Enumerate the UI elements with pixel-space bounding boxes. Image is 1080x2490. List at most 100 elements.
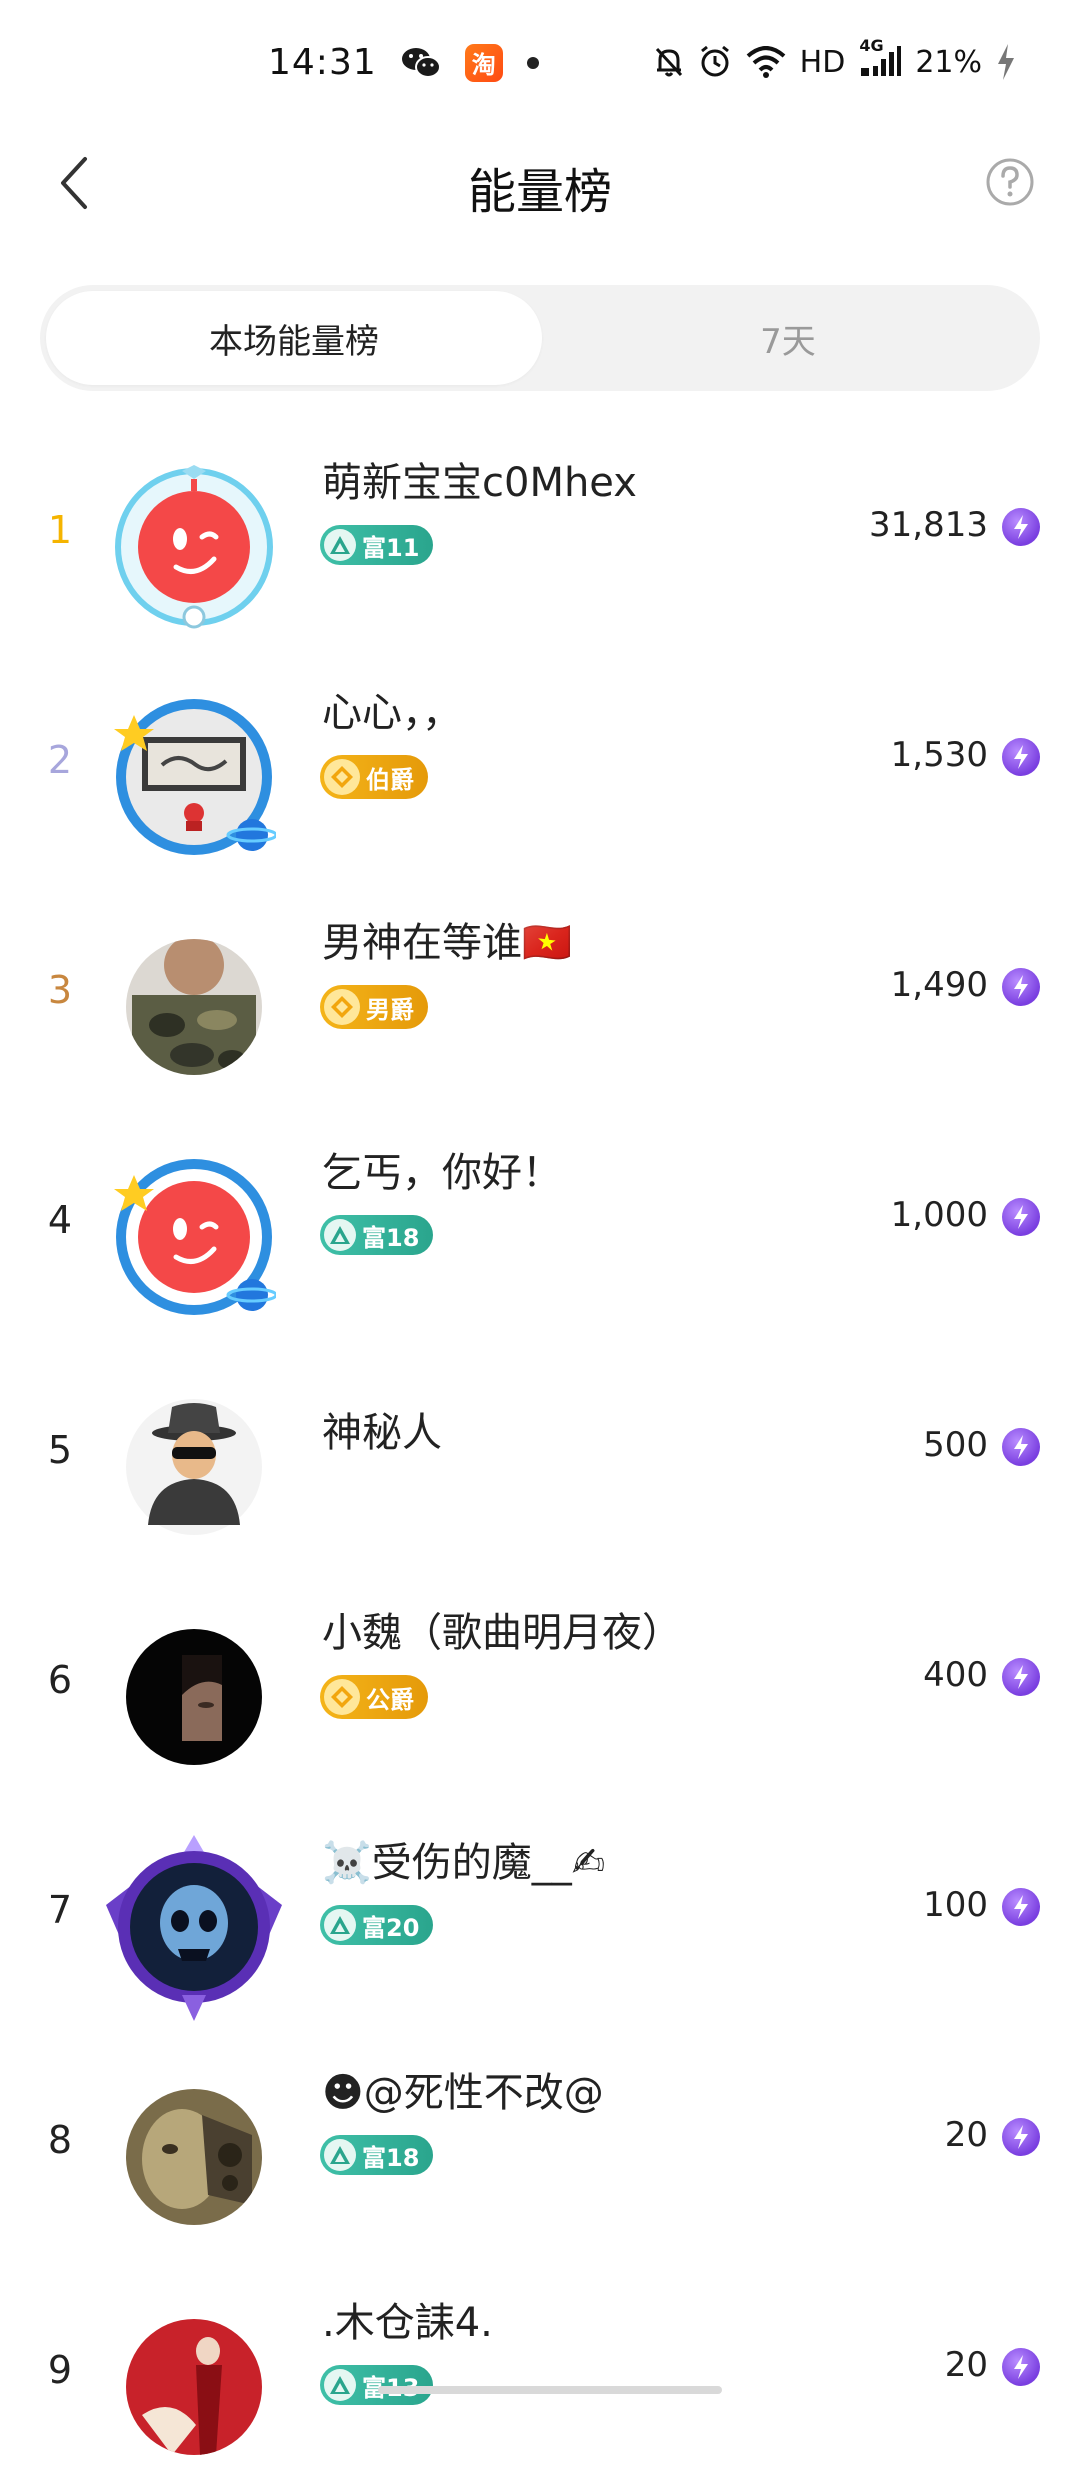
user-name: 乞丐，你好！ (322, 1150, 562, 1196)
wealth-level-badge: 富18 (320, 2135, 434, 2175)
user-name: 男神在等谁🇻🇳 (322, 920, 572, 966)
avatar[interactable] (112, 2075, 276, 2239)
wealth-emblem-icon (324, 2139, 356, 2171)
badge-label: 伯爵 (366, 765, 414, 794)
status-time: 14:31 (268, 42, 377, 83)
energy-score: 20 (944, 2115, 988, 2155)
energy-score: 1,530 (890, 735, 988, 775)
mech-face-avatar-icon (126, 2089, 262, 2225)
alarm-icon (698, 45, 732, 79)
energy-score: 1,000 (890, 1195, 988, 1235)
badge-label: 富20 (362, 1913, 420, 1942)
status-right: HD 4G 21% (654, 36, 1016, 80)
wealth-level-badge: 富11 (320, 525, 434, 565)
energy-bolt-icon (1002, 1658, 1040, 1696)
taobao-icon: 淘 (464, 43, 503, 82)
wealth-emblem-icon (324, 2369, 356, 2401)
wealth-emblem-icon (324, 1219, 356, 1251)
notification-dot-icon (526, 56, 539, 69)
wealth-level-badge: 富18 (320, 1215, 434, 1255)
leaderboard-row[interactable]: 3 男神在等谁🇻🇳 男爵 1,490 (0, 880, 1080, 1110)
avatar[interactable] (112, 925, 276, 1089)
energy-score: 20 (944, 2345, 988, 2385)
wealth-emblem-icon (324, 529, 356, 561)
rank-number: 6 (47, 1658, 73, 1702)
red-portrait-avatar-icon (126, 2319, 262, 2455)
avatar[interactable] (112, 465, 276, 629)
noble-emblem-icon (324, 759, 360, 795)
leaderboard-row[interactable]: 5 神秘人 500 (0, 1340, 1080, 1570)
tab-7-days[interactable]: 7天 (540, 291, 1036, 385)
rank-number: 2 (47, 738, 73, 782)
battery-percent: 21% (915, 44, 982, 80)
user-name: 心心，， (322, 690, 462, 736)
user-name: 小魏（歌曲明月夜） (322, 1610, 682, 1656)
home-indicator[interactable] (378, 2386, 722, 2394)
wealth-level-badge: 富20 (320, 1905, 434, 1945)
avatar[interactable] (112, 1385, 276, 1549)
page-title: 能量榜 (467, 164, 612, 220)
user-name: ☠️受伤的魔__✍ (322, 1840, 606, 1886)
network-hd-label: HD (799, 44, 846, 80)
rank-number: 3 (47, 968, 73, 1012)
wechat-icon (401, 43, 441, 83)
badge-label: 富18 (362, 2143, 420, 2172)
user-name: 萌新宝宝c0Mhex (322, 460, 637, 506)
energy-bolt-icon (1002, 1198, 1040, 1236)
noble-rank-badge: 公爵 (320, 1675, 428, 1719)
leaderboard-row[interactable]: 4 乞丐，你好！ 富18 1,000 (0, 1110, 1080, 1340)
user-name: 神秘人 (322, 1410, 442, 1456)
noble-emblem-icon (324, 989, 360, 1025)
avatar[interactable] (112, 695, 278, 859)
wealth-level-badge: 富13 (320, 2365, 434, 2405)
rank-number: 1 (47, 508, 73, 552)
leaderboard-row[interactable]: 9 .木仓誄4. 富13 20 (0, 2260, 1080, 2490)
energy-bolt-icon (1002, 968, 1040, 1006)
energy-bolt-icon (1002, 2348, 1040, 2386)
rank-number: 7 (47, 1888, 73, 1932)
energy-score: 400 (923, 1655, 988, 1695)
dark-portrait-avatar-icon (126, 1629, 262, 1765)
user-name: .木仓誄4. (322, 2300, 493, 2346)
badge-label: 富13 (362, 2368, 419, 2403)
badge-label: 男爵 (366, 995, 414, 1024)
rank-number: 9 (47, 2348, 73, 2392)
energy-bolt-icon (1002, 1888, 1040, 1926)
red-wink-avatar-icon (115, 465, 273, 629)
header: 能量榜 (0, 130, 1080, 240)
red-wink-avatar-icon (114, 1159, 278, 1315)
badge-label: 富18 (362, 1223, 420, 1252)
leaderboard-row[interactable]: 1 萌新宝宝c0Mhex 富11 31,813 (0, 420, 1080, 650)
energy-score: 31,813 (869, 505, 988, 545)
leaderboard-row[interactable]: 6 小魏（歌曲明月夜） 公爵 400 (0, 1570, 1080, 1800)
avatar[interactable] (106, 1835, 282, 2021)
badge-label: 富11 (362, 533, 420, 562)
wealth-emblem-icon (324, 1909, 356, 1941)
leaderboard-row[interactable]: 2 心心，， 伯爵 1,530 (0, 650, 1080, 880)
network-4g-label: 4G (859, 36, 884, 55)
leaderboard-tabs: 本场能量榜 7天 (40, 285, 1040, 391)
energy-bolt-icon (1002, 508, 1040, 546)
camo-photo-avatar-icon (126, 939, 262, 1075)
status-bar: 14:31 淘 HD 4G 21% (0, 0, 1080, 110)
rank-number: 5 (47, 1428, 73, 1472)
leaderboard-row[interactable]: 8 ☻@死性不改@ 富18 20 (0, 2030, 1080, 2260)
mystery-man-avatar-icon (126, 1399, 262, 1535)
signal-icon: 4G (859, 36, 902, 78)
energy-bolt-icon (1002, 2118, 1040, 2156)
help-button[interactable] (980, 152, 1040, 212)
leaderboard-row[interactable]: 7 ☠️受伤的魔__✍ 富20 100 (0, 1800, 1080, 2030)
energy-score: 100 (923, 1885, 988, 1925)
charging-bolt-icon (996, 44, 1016, 80)
rank-number: 4 (47, 1198, 73, 1242)
avatar[interactable] (112, 2305, 276, 2469)
avatar[interactable] (112, 1615, 276, 1779)
energy-bolt-icon (1002, 1428, 1040, 1466)
tab-current-session[interactable]: 本场能量榜 (46, 291, 542, 385)
energy-bolt-icon (1002, 738, 1040, 776)
question-circle-icon (986, 158, 1034, 206)
avatar[interactable] (112, 1155, 278, 1319)
mute-bell-icon (654, 46, 684, 78)
noble-rank-badge: 伯爵 (320, 755, 428, 799)
wifi-icon (746, 46, 786, 78)
